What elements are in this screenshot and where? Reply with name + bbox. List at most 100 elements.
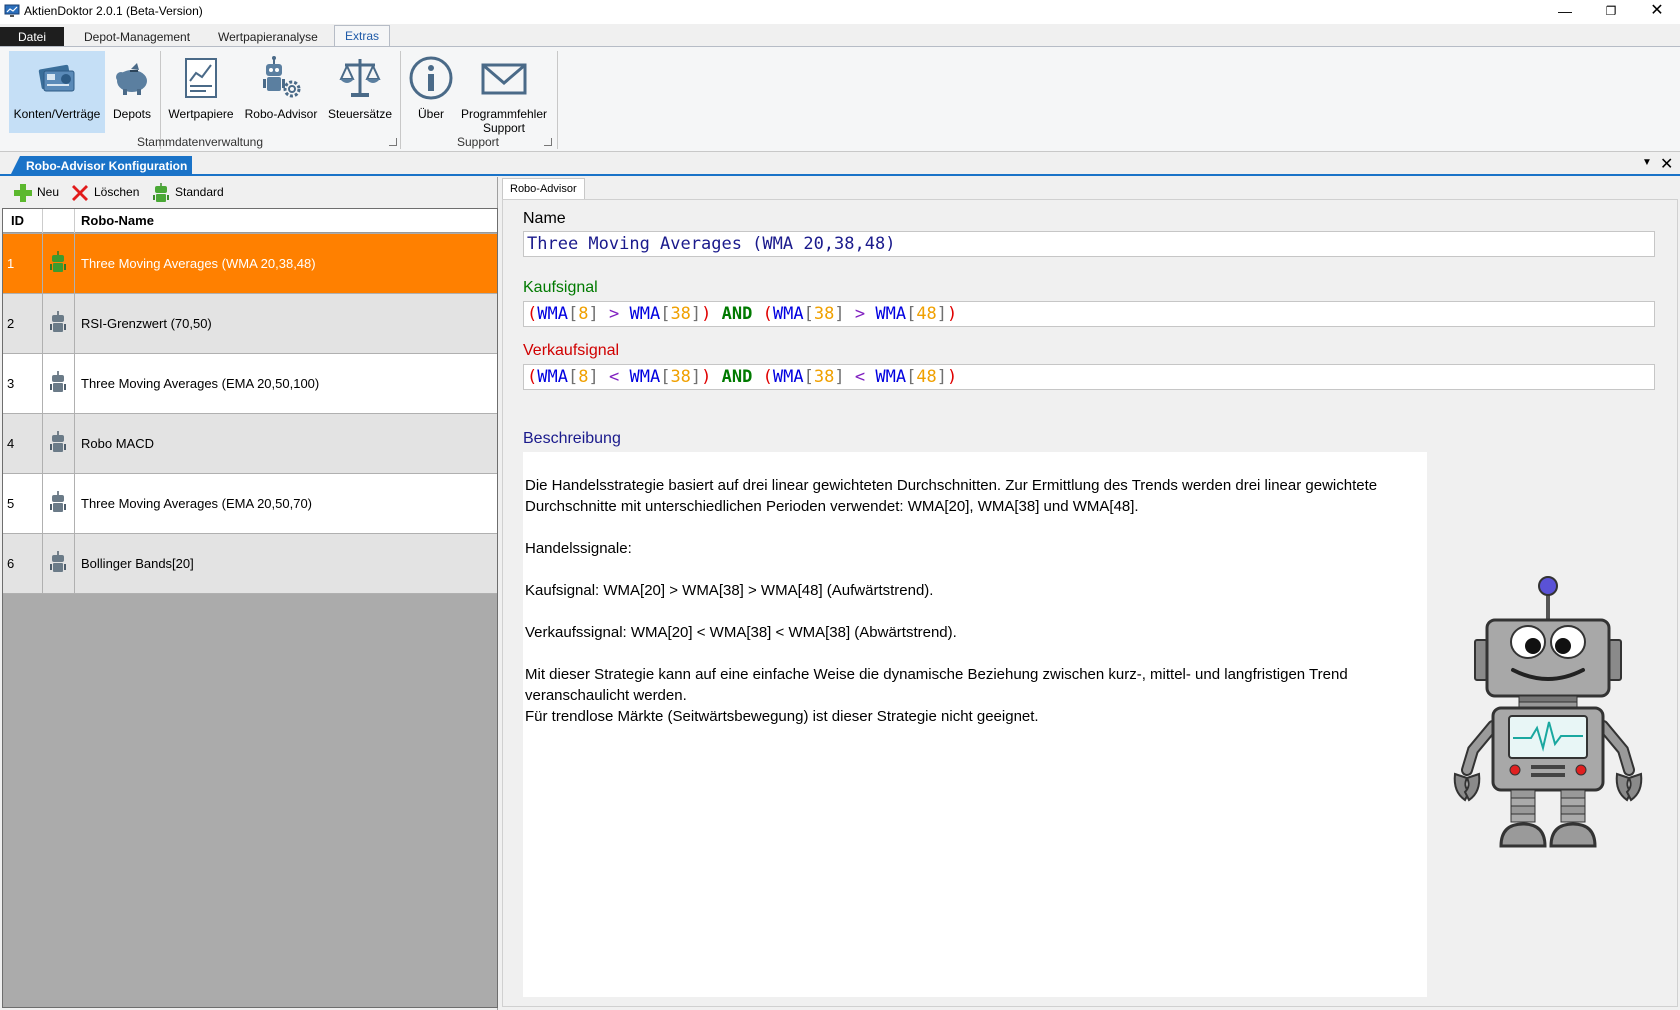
programmfehler-label-line2: Support <box>482 121 526 135</box>
description-text: Die Handelsstrategie basiert auf drei li… <box>525 475 1425 727</box>
expr-token: > <box>608 304 620 324</box>
row-id: 2 <box>3 294 43 353</box>
description-line: Mit dieser Strategie kann auf eine einfa… <box>525 666 1348 683</box>
table-row[interactable]: 2 RSI-Grenzwert (70,50) <box>3 294 497 354</box>
expr-token: ] <box>690 304 702 324</box>
table-row[interactable]: 1 Three Moving Averages (WMA 20,38,48) <box>3 234 497 294</box>
expr-token: WMA <box>629 367 661 387</box>
wertpapiere-button[interactable]: Wertpapiere <box>166 51 236 133</box>
table-row[interactable]: 3 Three Moving Averages (EMA 20,50,100) <box>3 354 497 414</box>
expr-token: ) <box>701 304 712 324</box>
expr-token: 48 <box>916 367 937 387</box>
group-label-support: Support <box>456 135 500 149</box>
expr-token: ( <box>762 304 773 324</box>
description-field[interactable]: Die Handelsstrategie basiert auf drei li… <box>523 452 1427 997</box>
expr-token: [ <box>660 304 671 324</box>
delete-label: Löschen <box>94 185 140 199</box>
expr-token: < <box>608 367 620 387</box>
steuersaetze-button[interactable]: Steuersätze <box>324 51 396 133</box>
ribbon-tab-bar: Datei Depot-Management Wertpapieranalyse… <box>0 24 1680 48</box>
expr-token: 48 <box>916 304 937 324</box>
row-id: 1 <box>3 234 43 293</box>
expr-token: 8 <box>578 367 589 387</box>
expr-token: < <box>854 367 866 387</box>
close-window-button[interactable]: ✕ <box>1634 0 1680 24</box>
description-line <box>525 559 1425 580</box>
row-robo-name: Three Moving Averages (EMA 20,50,100) <box>81 376 320 391</box>
expr-token: WMA <box>629 304 661 324</box>
robo-detail-panel: Robo-Advisor Name Three Moving Averages … <box>500 177 1680 1010</box>
buy-signal-field[interactable]: (WMA[8] > WMA[38]) AND (WMA[38] > WMA[48… <box>523 301 1655 327</box>
description-line: Kaufsignal: WMA[20] > WMA[38] > WMA[48] … <box>525 582 934 599</box>
grid-header: ID Robo-Name <box>3 209 497 233</box>
window-title: AktienDoktor 2.0.1 (Beta-Version) <box>24 4 203 18</box>
expr-token: ) <box>947 304 958 324</box>
expr-token: AND <box>721 304 753 324</box>
row-icon-cell <box>43 414 75 473</box>
default-label: Standard <box>175 185 224 199</box>
tab-datei[interactable]: Datei <box>0 27 64 47</box>
green-robot-icon <box>50 251 66 272</box>
row-id: 3 <box>3 354 43 413</box>
expr-token: ] <box>936 367 948 387</box>
expr-token: 38 <box>670 304 691 324</box>
table-row[interactable]: 5 Three Moving Averages (EMA 20,50,70) <box>3 474 497 534</box>
wertpapiere-label: Wertpapiere <box>168 107 234 121</box>
green-robot-icon <box>153 182 169 202</box>
row-icon-cell <box>43 534 75 593</box>
group-launcher-icon[interactable] <box>544 138 552 146</box>
konten-vertraege-button[interactable]: Konten/Verträge <box>9 51 105 133</box>
ueber-button[interactable]: Über <box>406 51 456 133</box>
group-launcher-icon[interactable] <box>389 138 397 146</box>
row-icon-cell <box>43 234 75 293</box>
expr-token: ] <box>834 367 845 387</box>
table-row[interactable]: 6 Bollinger Bands[20] <box>3 534 497 594</box>
expr-token: ) <box>947 367 958 387</box>
robo-advisor-label: Robo-Advisor <box>244 107 318 121</box>
tab-robo-advisor-konfiguration[interactable]: Robo-Advisor Konfiguration <box>10 156 192 176</box>
delete-button[interactable]: Löschen <box>69 181 139 203</box>
sell-signal-field[interactable]: (WMA[8] < WMA[38]) AND (WMA[38] < WMA[48… <box>523 364 1655 390</box>
tab-list-dropdown-icon[interactable]: ▼ <box>1642 157 1652 168</box>
tab-robo-advisor[interactable]: Robo-Advisor <box>502 178 585 199</box>
new-button[interactable]: Neu <box>12 181 59 203</box>
programmfehler-support-button[interactable]: Programmfehler Support <box>458 51 550 135</box>
row-robo-name: RSI-Grenzwert (70,50) <box>81 316 212 331</box>
depots-button[interactable]: Depots <box>107 51 157 133</box>
expr-token: 38 <box>813 367 835 387</box>
tab-depot-management[interactable]: Depot-Management <box>74 27 200 47</box>
grey-robot-icon <box>50 371 66 392</box>
ueber-label: Über <box>417 107 444 121</box>
default-button[interactable]: Standard <box>150 181 224 203</box>
expr-token: [ <box>567 367 579 387</box>
table-row[interactable]: 4 Robo MACD <box>3 414 497 474</box>
expr-token: ( <box>527 304 538 324</box>
tab-wertpapieranalyse[interactable]: Wertpapieranalyse <box>208 27 328 47</box>
minimize-button[interactable]: — <box>1542 0 1588 24</box>
expr-token: [ <box>803 367 814 387</box>
robo-list-panel: Neu Löschen Standard ID Robo-Name 1 Thre… <box>0 177 498 1010</box>
robo-advisor-button[interactable]: Robo-Advisor <box>240 51 322 133</box>
close-document-icon[interactable]: ✕ <box>1660 154 1673 174</box>
expr-token: [ <box>906 367 917 387</box>
description-line <box>525 643 1425 664</box>
expr-token: WMA <box>772 367 804 387</box>
scales-icon <box>339 59 381 97</box>
name-field[interactable]: Three Moving Averages (WMA 20,38,48) <box>523 231 1655 257</box>
row-icon-cell <box>43 474 75 533</box>
column-header-id[interactable]: ID <box>3 209 43 233</box>
programmfehler-label-line1: Programmfehler <box>460 107 548 121</box>
tab-extras[interactable]: Extras <box>334 25 391 48</box>
list-toolbar: Neu Löschen Standard <box>0 177 498 207</box>
grey-robot-icon <box>50 551 66 572</box>
column-header-robo-name[interactable]: Robo-Name <box>75 209 497 233</box>
description-label: Beschreibung <box>523 430 621 447</box>
name-label: Name <box>523 210 566 227</box>
expr-token: [ <box>660 367 671 387</box>
column-header-icon[interactable] <box>43 209 75 233</box>
expr-token: [ <box>803 304 814 324</box>
row-robo-name: Three Moving Averages (WMA 20,38,48) <box>81 256 316 271</box>
restore-button[interactable]: ❐ <box>1588 0 1634 24</box>
description-line <box>525 601 1425 622</box>
robot-gear-icon <box>263 56 301 98</box>
